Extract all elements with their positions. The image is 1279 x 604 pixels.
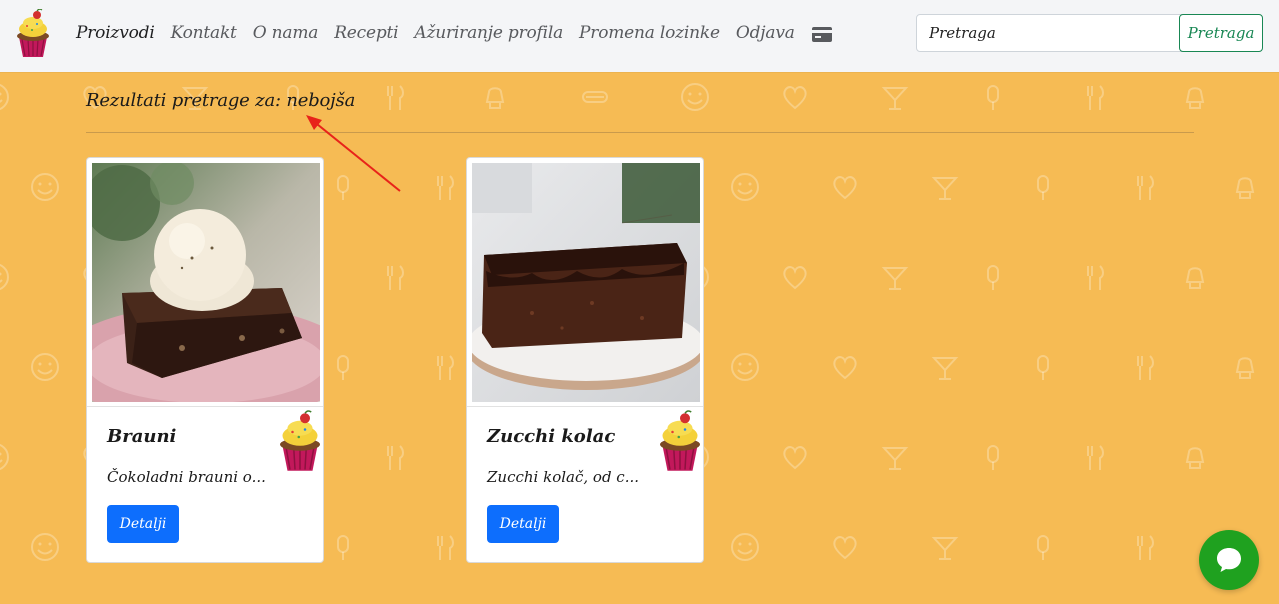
nav-link-promena-lozinke[interactable]: Promena lozinke: [579, 23, 720, 43]
background-doodle: [987, 445, 999, 470]
chat-button[interactable]: [1199, 530, 1259, 590]
background-doodle: [931, 357, 959, 380]
cupcake-logo[interactable]: [13, 9, 53, 59]
background-doodle: [485, 87, 505, 109]
background-doodle: [931, 177, 959, 200]
background-doodle: [1235, 177, 1255, 199]
product-description: Zucchi kolač, od c...: [487, 468, 640, 486]
background-doodle: [783, 86, 807, 110]
background-doodle: [833, 176, 857, 200]
credit-card-icon[interactable]: [811, 26, 833, 43]
product-description: Čokoladni brauni o...: [107, 468, 266, 486]
background-doodle: [0, 263, 9, 291]
nav-link-o-nama[interactable]: O nama: [253, 23, 319, 43]
background-doodle: [881, 267, 909, 290]
background-doodle: [1037, 175, 1049, 200]
chat-bubble-icon: [1217, 548, 1241, 572]
background-doodle: [1235, 357, 1255, 379]
nav-link-recepti[interactable]: Recepti: [334, 23, 398, 43]
background-doodle: [31, 353, 59, 381]
background-doodle: [0, 83, 9, 111]
details-button[interactable]: Detalji: [487, 505, 559, 543]
background-doodle: [881, 87, 909, 110]
background-doodle: [337, 535, 349, 560]
background-doodle: [783, 266, 807, 290]
background-doodle: [1087, 85, 1104, 110]
background-doodle: [437, 535, 454, 560]
background-doodle: [437, 175, 454, 200]
background-doodle: [681, 83, 709, 111]
background-doodle: [1137, 355, 1154, 380]
product-card: Brauni Čokoladni brauni o... Detalji: [86, 157, 324, 563]
background-doodle: [337, 355, 349, 380]
background-doodle: [1185, 267, 1205, 289]
background-doodle: [881, 447, 909, 470]
background-doodle: [31, 173, 59, 201]
background-doodle: [987, 265, 999, 290]
navbar: Proizvodi Kontakt O nama Recepti Ažuriranje …: [0, 0, 1279, 72]
background-doodle: [31, 533, 59, 561]
search-input[interactable]: [916, 14, 1190, 52]
background-doodle: [1137, 175, 1154, 200]
product-image-zucchini-cake[interactable]: [472, 163, 700, 402]
nav-link-ažuriranje-profila[interactable]: Ažuriranje profila: [414, 23, 563, 43]
details-button[interactable]: Detalji: [107, 505, 179, 543]
background-doodle: [987, 85, 999, 110]
background-doodle: [437, 355, 454, 380]
nav-link-odjava[interactable]: Odjava: [736, 23, 795, 43]
search-button[interactable]: Pretraga: [1179, 14, 1263, 52]
background-doodle: [1185, 447, 1205, 469]
background-doodle: [833, 356, 857, 380]
background-doodle: [783, 446, 807, 470]
background-doodle: [1087, 445, 1104, 470]
card-divider: [467, 406, 703, 407]
background-doodle: [387, 445, 404, 470]
background-doodle: [833, 536, 857, 560]
nav-links: Proizvodi Kontakt O nama Recepti Ažuriranje …: [76, 20, 833, 46]
nav-link-proizvodi[interactable]: Proizvodi: [76, 23, 155, 43]
background-doodle: [731, 353, 759, 381]
product-card: Zucchi kolac Zucchi kolač, od c... Detal…: [466, 157, 704, 563]
background-doodle: [731, 533, 759, 561]
background-doodle: [1185, 87, 1205, 109]
background-doodle: [0, 443, 9, 471]
background-doodle: [731, 173, 759, 201]
product-title: Brauni: [107, 426, 177, 447]
background-doodle: [931, 537, 959, 560]
product-title: Zucchi kolac: [487, 426, 616, 447]
background-doodle: [387, 265, 404, 290]
divider: [86, 132, 1194, 133]
nav-link-kontakt[interactable]: Kontakt: [171, 23, 237, 43]
product-image-brownie[interactable]: [92, 163, 320, 402]
background-doodle: [1037, 535, 1049, 560]
background-doodle: [1037, 355, 1049, 380]
card-divider: [87, 406, 323, 407]
cupcake-icon: [280, 410, 320, 471]
background-doodle: [582, 91, 608, 103]
background-doodle: [1137, 535, 1154, 560]
cupcake-icon: [660, 410, 700, 471]
annotation-arrow: [306, 115, 401, 192]
background-doodle: [1087, 265, 1104, 290]
